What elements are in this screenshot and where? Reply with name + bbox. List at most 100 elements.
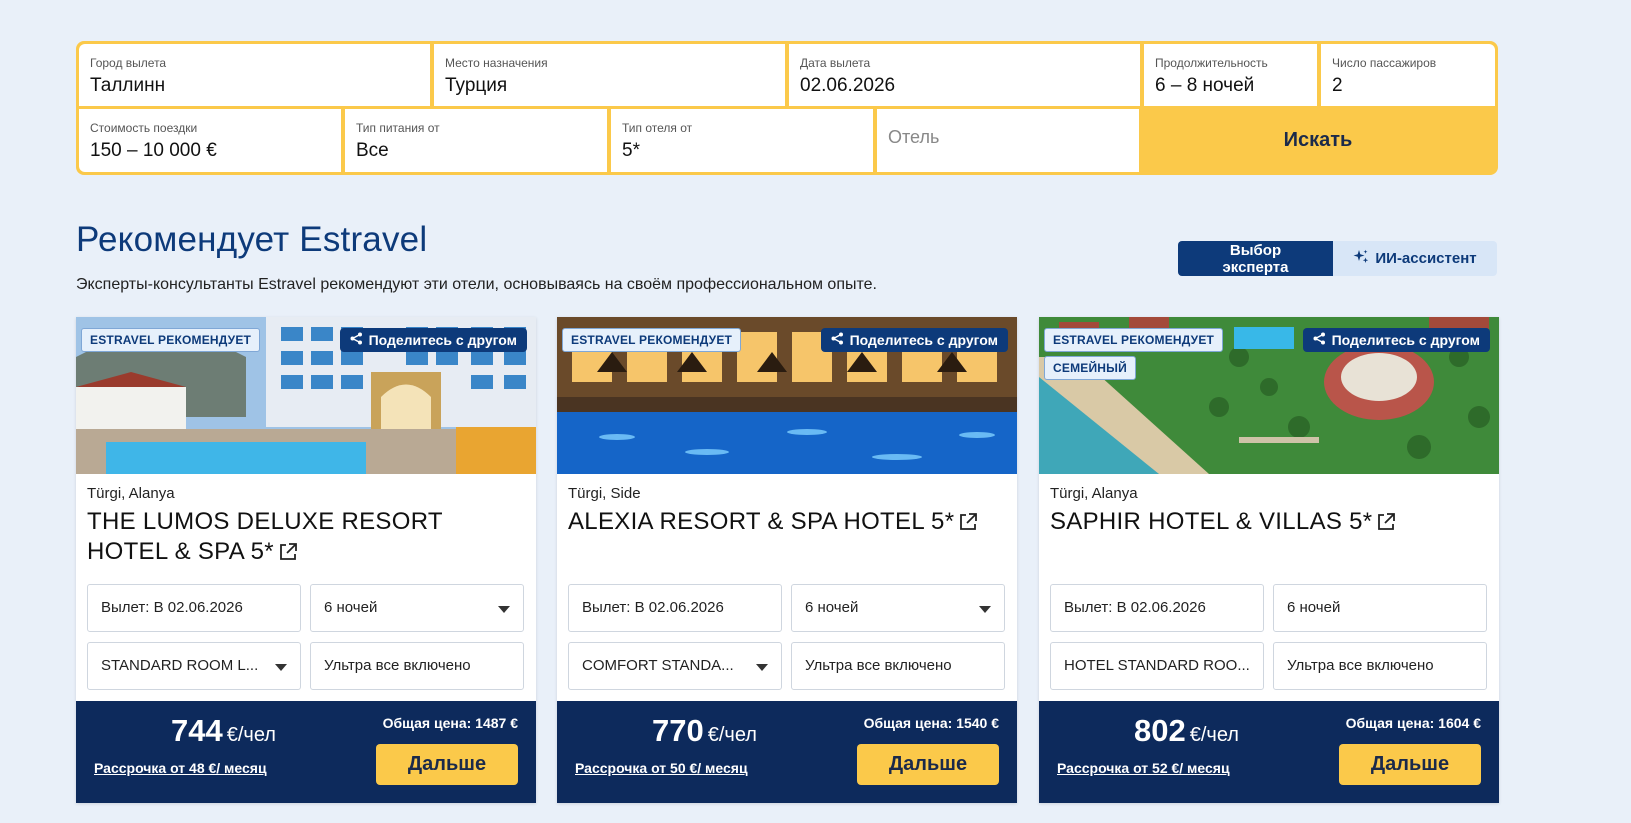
installment-link[interactable]: Рассрочка от 52 €/ месяц [1057,760,1230,776]
field-label: Город вылета [90,56,167,70]
price-bar: 744 €/чел Рассрочка от 48 €/ месяц Общая … [76,701,536,803]
departure-select[interactable]: Вылет: В 02.06.2026 [568,584,782,632]
departure-select[interactable]: Вылет: В 02.06.2026 [87,584,301,632]
destination-field[interactable]: Место назначения Турция [434,44,785,106]
share-label: Поделитесь с другом [849,332,998,348]
select-value: HOTEL STANDARD ROO... [1064,657,1250,674]
hotel-name-link[interactable]: THE LUMOS DELUXE RESORT HOTEL & SPA 5* [87,507,517,570]
chevron-down-icon [756,664,768,671]
price-unit: €/чел [226,724,276,746]
field-value: 150 – 10 000 € [90,140,217,161]
field-value: Таллинн [90,75,166,96]
price-value: 770 [652,713,704,748]
field-label: Продолжительность [1155,56,1268,70]
field-label: Дата вылета [800,56,871,70]
hotel-card: ESTRAVEL РЕКОМЕНДУЕТ Поделитесь с другом… [76,317,536,803]
share-button[interactable]: Поделитесь с другом [339,328,527,352]
hotel-name-link[interactable]: SAPHIR HOTEL & VILLAS 5* [1050,507,1480,540]
external-link-icon[interactable] [278,540,298,570]
external-link-icon[interactable] [958,510,978,540]
room-select[interactable]: HOTEL STANDARD ROO... [1050,642,1264,690]
room-select[interactable]: COMFORT STANDA... [568,642,782,690]
price-range-field[interactable]: Стоимость поездки 150 – 10 000 € [79,109,341,172]
hotel-name: ALEXIA RESORT & SPA HOTEL 5* [568,508,955,535]
price-bar: 770 €/чел Рассрочка от 50 €/ месяц Общая … [557,701,1017,803]
price-unit: €/чел [707,724,757,746]
select-value: Ультра все включено [324,657,471,674]
meal-type-field[interactable]: Тип питания от Все [345,109,607,172]
price-unit: €/чел [1189,724,1239,746]
nights-select[interactable]: 6 ночей [1273,584,1487,632]
nights-select[interactable]: 6 ночей [791,584,1005,632]
price-bar: 802 €/чел Рассрочка от 52 €/ месяц Общая … [1039,701,1499,803]
meal-select[interactable]: Ультра все включено [310,642,524,690]
field-value: 5* [622,140,640,161]
hotel-name-link[interactable]: ALEXIA RESORT & SPA HOTEL 5* [568,507,998,540]
hotel-card: ESTRAVEL РЕКОМЕНДУЕТ СЕМЕЙНЫЙ Поделитесь… [1039,317,1499,803]
hotel-class-field[interactable]: Тип отеля от 5* [611,109,873,172]
hotel-photo[interactable]: ESTRAVEL РЕКОМЕНДУЕТ Поделитесь с другом [76,317,536,474]
duration-field[interactable]: Продолжительность 6 – 8 ночей [1144,44,1317,106]
total-price: Общая цена: 1540 € [863,715,999,731]
nights-select[interactable]: 6 ночей [310,584,524,632]
hotel-input[interactable]: Отель [877,109,1139,172]
next-button[interactable]: Дальше [1339,744,1481,785]
hotel-placeholder: Отель [888,127,940,147]
select-value: 6 ночей [324,599,378,616]
price-value: 802 [1134,713,1186,748]
recommended-badge: ESTRAVEL РЕКОМЕНДУЕТ [81,328,261,352]
departure-city-field[interactable]: Город вылета Таллинн [79,44,430,106]
select-value: STANDARD ROOM L... [101,657,259,674]
hotel-location: Türgi, Side [568,485,641,502]
recommendation-toggle: Выбор эксперта ИИ-ассистент [1178,241,1497,276]
search-row-1: Город вылета Таллинн Место назначения Ту… [79,44,1495,106]
ai-assistant-tab[interactable]: ИИ-ассистент [1333,241,1497,276]
hotel-card: ESTRAVEL РЕКОМЕНДУЕТ Поделитесь с другом… [557,317,1017,803]
meal-select[interactable]: Ультра все включено [1273,642,1487,690]
select-value: Вылет: В 02.06.2026 [101,599,243,616]
next-button[interactable]: Дальше [857,744,999,785]
chevron-down-icon [498,606,510,613]
price-per-person: 770 €/чел [652,713,757,749]
total-price: Общая цена: 1604 € [1345,715,1481,731]
select-value: 6 ночей [805,599,859,616]
recommended-badge: ESTRAVEL РЕКОМЕНДУЕТ [1044,328,1224,352]
select-value: Вылет: В 02.06.2026 [1064,599,1206,616]
section-subtitle: Эксперты-консультанты Estravel рекоменду… [76,276,877,293]
select-value: COMFORT STANDA... [582,657,734,674]
passengers-field[interactable]: Число пассажиров 2 [1321,44,1495,106]
hotel-photo[interactable]: ESTRAVEL РЕКОМЕНДУЕТ Поделитесь с другом [557,317,1017,474]
family-badge: СЕМЕЙНЫЙ [1044,356,1136,380]
share-button[interactable]: Поделитесь с другом [1302,328,1490,352]
chevron-down-icon [979,606,991,613]
select-value: Ультра все включено [805,657,952,674]
field-label: Место назначения [445,56,548,70]
next-button[interactable]: Дальше [376,744,518,785]
departure-date-field[interactable]: Дата вылета 02.06.2026 [789,44,1140,106]
price-value: 744 [171,713,223,748]
meal-select[interactable]: Ультра все включено [791,642,1005,690]
expert-choice-tab[interactable]: Выбор эксперта [1178,241,1333,276]
search-button[interactable]: Искать [1143,109,1493,172]
field-value: 6 – 8 ночей [1155,75,1255,96]
select-value: Ультра все включено [1287,657,1434,674]
hotel-location: Türgi, Alanya [87,485,175,502]
installment-link[interactable]: Рассрочка от 48 €/ месяц [94,760,267,776]
departure-select[interactable]: Вылет: В 02.06.2026 [1050,584,1264,632]
installment-link[interactable]: Рассрочка от 50 €/ месяц [575,760,748,776]
field-label: Число пассажиров [1332,56,1437,70]
hotel-photo[interactable]: ESTRAVEL РЕКОМЕНДУЕТ СЕМЕЙНЫЙ Поделитесь… [1039,317,1499,474]
hotel-name: THE LUMOS DELUXE RESORT HOTEL & SPA 5* [87,508,443,565]
field-label: Стоимость поездки [90,121,198,135]
sparkle-icon [1353,249,1369,269]
room-select[interactable]: STANDARD ROOM L... [87,642,301,690]
field-value: 2 [1332,75,1343,96]
share-label: Поделитесь с другом [368,332,517,348]
external-link-icon[interactable] [1376,510,1396,540]
total-price: Общая цена: 1487 € [382,715,518,731]
field-label: Тип отеля от [622,121,693,135]
tab-label: ИИ-ассистент [1375,250,1477,267]
recommended-badge: ESTRAVEL РЕКОМЕНДУЕТ [562,328,742,352]
share-label: Поделитесь с другом [1331,332,1480,348]
share-button[interactable]: Поделитесь с другом [820,328,1008,352]
